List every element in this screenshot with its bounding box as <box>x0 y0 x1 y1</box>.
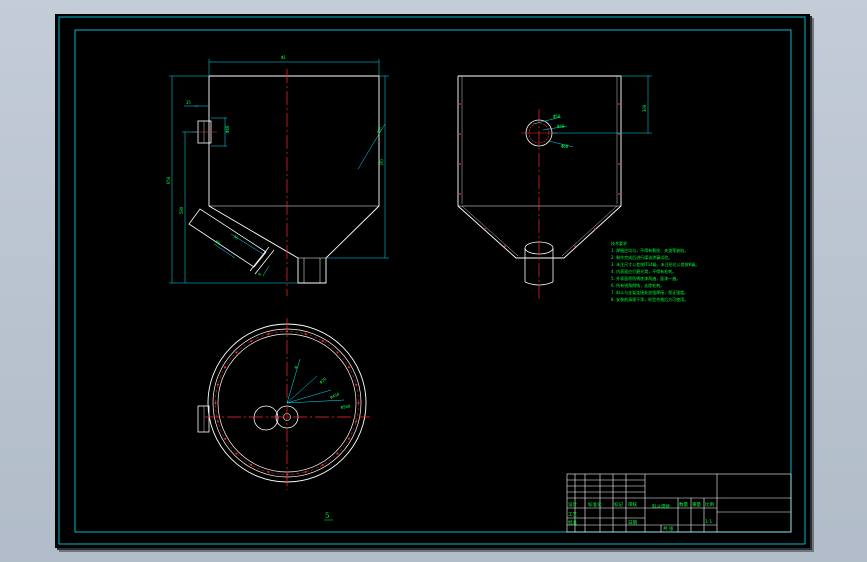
tb-scale-value: 1:1 <box>705 519 712 525</box>
dim-outlet-c: 8 <box>257 271 263 276</box>
technical-notes[interactable]: 技术要求 1. 焊缝应均匀，不得有裂纹、夹渣等缺陷。 2. 制作完成后进行煤油渗… <box>611 240 699 302</box>
bolt-hole <box>250 340 253 343</box>
bolt-hole <box>224 366 227 369</box>
dim-height-total: 650 <box>166 176 171 184</box>
title-block[interactable]: 设计 标准化 标记 审核 工艺 批准 日期 料斗焊接 数量 重量 比例 1:1 … <box>566 473 792 533</box>
bolt-hole <box>235 452 238 455</box>
bolt-hole <box>216 420 219 423</box>
bolt-hole <box>286 473 288 476</box>
tb-drawing-name: 料斗焊接 <box>652 503 670 510</box>
dim-side-hole-b: Ф40 <box>557 124 565 129</box>
side-cone-inner-r <box>561 205 618 257</box>
bolt-hole <box>357 402 360 404</box>
note-line: 7. 料斗与支架连接处加强焊接，保证强度。 <box>611 289 688 295</box>
note-line: 1. 焊缝应均匀，不得有裂纹、夹渣等缺陷。 <box>611 247 688 253</box>
note-line: 8. 安装前清理干净，检验合格后方可使用。 <box>611 296 688 302</box>
dim-port-dia: Ф48 <box>225 125 230 133</box>
dim-outlet-b: 36 <box>232 234 239 241</box>
front-body-outline <box>208 75 380 284</box>
dim-plan-d2: Ф20 <box>318 376 327 385</box>
tb-approve: 批准 <box>568 519 577 526</box>
bolt-hole <box>267 471 270 474</box>
bolt-hole <box>250 463 253 466</box>
outer-frame <box>58 16 806 545</box>
bolt-hole <box>235 351 238 354</box>
dim-side-hole-c: Ф60 <box>561 144 569 149</box>
note-line: 3. 未注尺寸公差按IT14级，未注形位公差按K级。 <box>611 261 699 267</box>
tb-scale: 比例 <box>705 501 714 508</box>
dim-top-width: Ф1 <box>281 55 286 60</box>
side-outlet-bottom <box>524 281 554 286</box>
front-inclined-pipe <box>188 208 267 268</box>
cad-viewport[interactable]: Ф1 35 Ф48 650 580 (8) 45° 60 36 8 300 Ф5… <box>0 0 867 562</box>
dim-plan-d3: Ф450 <box>329 391 340 400</box>
front-view[interactable]: Ф1 35 Ф48 650 580 (8) 45° 60 36 8 <box>166 55 389 296</box>
note-line: 5. 外表面喷防锈底漆两遍，面漆一遍。 <box>611 275 680 281</box>
dim-slope: 45° <box>376 126 384 135</box>
bolt-hole <box>216 383 219 386</box>
bolt-hole <box>304 471 307 474</box>
tb-check: 审核 <box>628 501 637 508</box>
drawing-canvas: Ф1 35 Ф48 650 580 (8) 45° 60 36 8 300 Ф5… <box>58 16 806 545</box>
tb-weight: 重量 <box>692 501 701 508</box>
bolt-hole <box>336 452 339 455</box>
inner-frame <box>74 29 792 533</box>
front-dimensions <box>169 59 389 284</box>
notes-heading: 技术要求 <box>611 240 627 246</box>
bolt-hole <box>267 332 270 335</box>
tb-design: 设计 <box>568 501 577 508</box>
note-line: 6. 所有锐角倒钝，去除毛刺。 <box>611 282 664 288</box>
bolt-hole <box>347 366 350 369</box>
side-cone-inner-l <box>461 205 519 257</box>
plan-view-label: 5 <box>325 512 329 520</box>
front-pipe-flange <box>249 246 270 272</box>
bolt-hole <box>286 330 288 333</box>
tb-mark: 标记 <box>614 501 623 508</box>
note-line: 4. 内表面应打磨光滑，不得有毛刺。 <box>611 268 676 274</box>
tb-process: 工艺 <box>568 512 577 518</box>
dim-side-right-h: 300 <box>642 104 647 112</box>
bolt-hole <box>321 463 324 466</box>
bolt-hole <box>304 332 307 335</box>
tb-standard: 标准化 <box>588 501 602 508</box>
dim-side-hole-a: Ф50 <box>553 114 561 119</box>
bolt-hole <box>347 437 350 440</box>
side-body-outline <box>457 75 622 259</box>
bolt-hole <box>224 437 227 440</box>
note-line: 2. 制作完成后进行煤油渗漏试验。 <box>611 254 672 260</box>
plan-view[interactable]: Ф Ф20 Ф450 Ф500 5 <box>197 318 370 521</box>
bolt-hole <box>214 402 217 404</box>
drawing-sheet[interactable]: Ф1 35 Ф48 650 580 (8) 45° 60 36 8 300 Ф5… <box>55 14 810 548</box>
tb-sheet: 共 张 <box>663 525 674 532</box>
bolt-hole <box>321 340 324 343</box>
dim-height-lower: 580 <box>179 206 184 214</box>
dim-plan-d4: Ф500 <box>340 403 351 410</box>
plan-side-port <box>197 405 210 433</box>
side-dimensions <box>532 75 652 148</box>
bolt-hole <box>355 420 358 423</box>
bolt-hole <box>336 351 339 354</box>
tb-date: 日期 <box>628 520 637 526</box>
plan-outlet-circle <box>253 405 279 431</box>
dim-flange-w: 35 <box>186 100 191 105</box>
bolt-hole <box>355 383 358 386</box>
tb-qty: 数量 <box>679 501 688 508</box>
dim-right-h: (8) <box>379 159 384 166</box>
